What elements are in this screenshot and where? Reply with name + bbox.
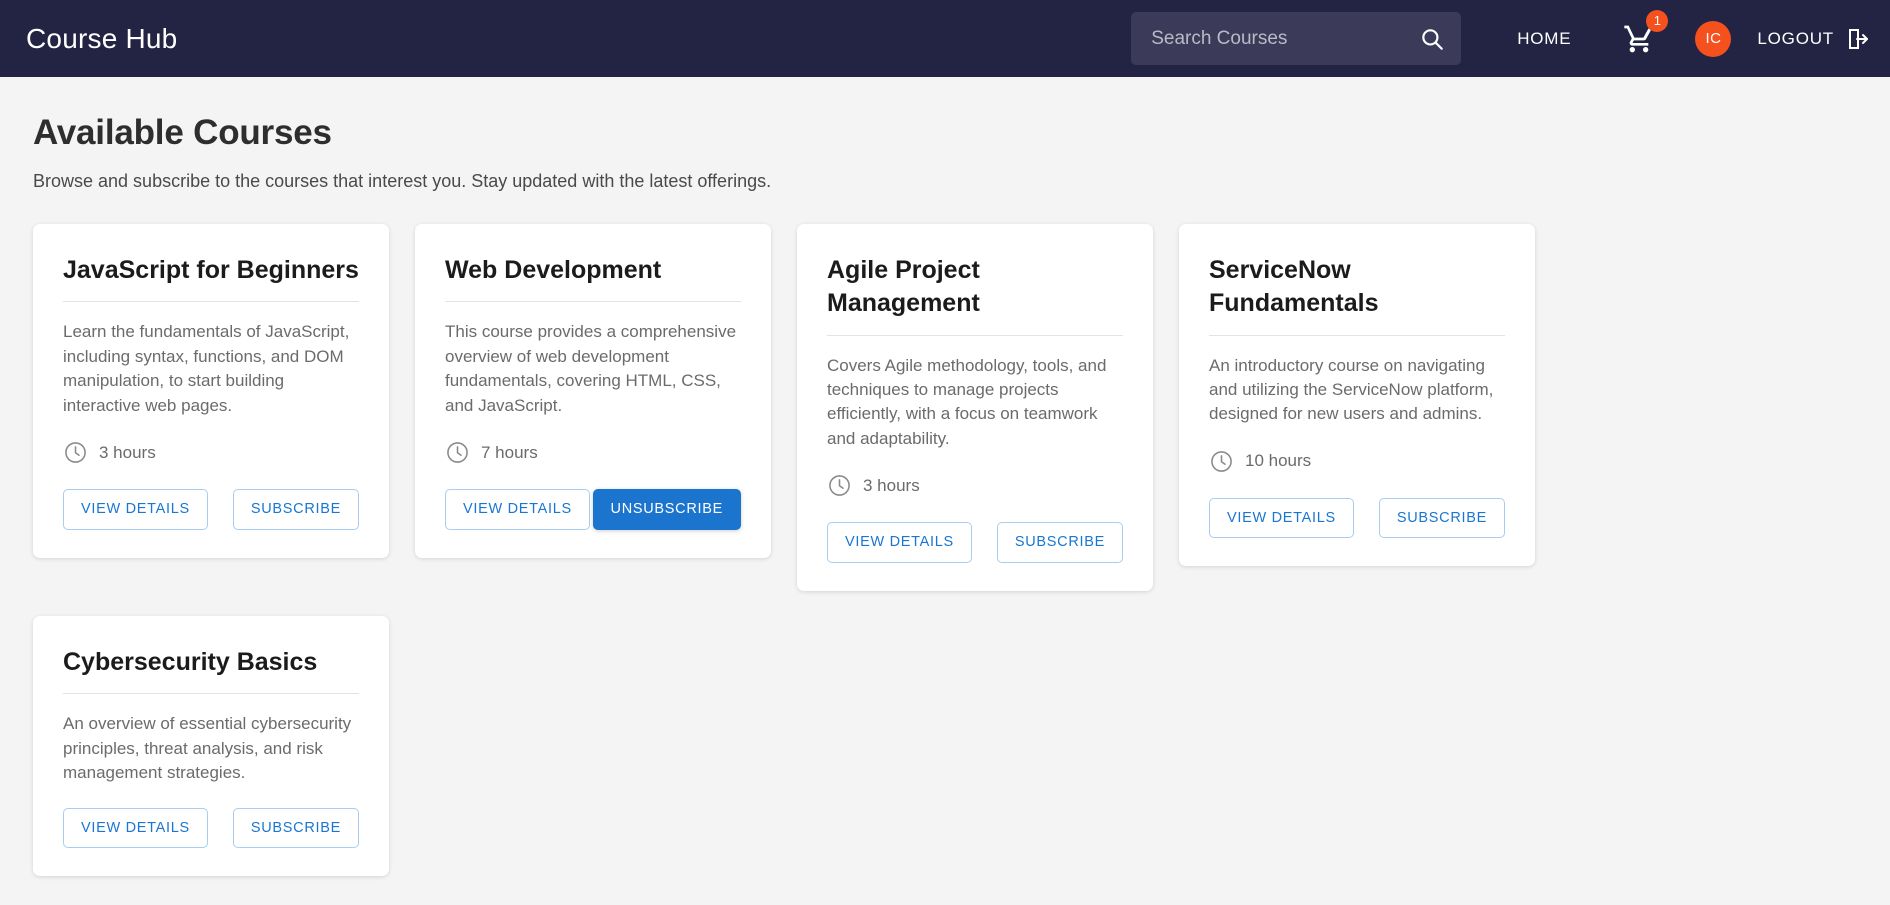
course-description: Learn the fundamentals of JavaScript, in… <box>63 322 350 415</box>
course-duration: 3 hours <box>827 473 1123 498</box>
subscribe-button[interactable]: SUBSCRIBE <box>232 489 359 530</box>
course-description: An overview of essential cybersecurity p… <box>63 714 352 783</box>
header-actions: HOME 1 IC LOGOUT <box>1131 0 1890 77</box>
card-divider <box>827 334 1123 336</box>
view-details-button[interactable]: VIEW DETAILS <box>1209 497 1354 539</box>
course-card-grid: JavaScript for Beginners Learn the fundam… <box>33 224 1861 877</box>
view-details-button[interactable]: VIEW DETAILS <box>445 489 590 530</box>
app-header: Course Hub HOME 1 IC LOGOUT <box>0 0 1890 77</box>
course-description: This course provides a comprehensive ove… <box>445 322 737 415</box>
clock-icon <box>829 475 850 497</box>
course-card: ServiceNow Fundamentals An introductory c… <box>1179 224 1535 567</box>
card-divider <box>63 301 359 303</box>
view-details-button[interactable]: VIEW DETAILS <box>827 522 972 563</box>
unsubscribe-button[interactable]: UNSUBSCRIBE <box>592 489 741 530</box>
nav-home-link[interactable]: HOME <box>1517 29 1571 49</box>
app-brand: Course Hub <box>26 22 178 54</box>
course-card: Cybersecurity Basics An overview of essen… <box>33 615 389 877</box>
course-title: Agile Project Management <box>827 256 980 318</box>
clock-icon <box>447 442 468 463</box>
course-card: JavaScript for Beginners Learn the fundam… <box>33 224 389 558</box>
logout-icon <box>1849 28 1868 49</box>
course-duration-text: 7 hours <box>481 442 538 462</box>
logout-button[interactable]: LOGOUT <box>1757 27 1870 51</box>
clock-icon <box>65 442 86 463</box>
course-actions: VIEW DETAILS SUBSCRIBE <box>827 522 1123 563</box>
course-actions: VIEW DETAILS UNSUBSCRIBE <box>445 489 741 530</box>
subscribe-button[interactable]: SUBSCRIBE <box>1378 497 1505 539</box>
logout-label: LOGOUT <box>1757 28 1834 48</box>
subscribe-button[interactable]: SUBSCRIBE <box>996 522 1123 563</box>
view-details-button[interactable]: VIEW DETAILS <box>63 807 208 849</box>
clock-icon <box>1211 451 1232 472</box>
course-duration: 7 hours <box>445 440 741 465</box>
view-details-button[interactable]: VIEW DETAILS <box>63 489 208 530</box>
course-duration: 3 hours <box>63 440 359 465</box>
page-title: Available Courses <box>33 113 332 152</box>
course-title: Web Development <box>445 256 662 284</box>
course-duration-text: 3 hours <box>99 442 156 462</box>
card-divider <box>445 301 741 303</box>
search-box[interactable] <box>1131 12 1462 65</box>
course-actions: VIEW DETAILS SUBSCRIBE <box>1209 497 1505 539</box>
course-description: Covers Agile methodology, tools, and tec… <box>827 355 1107 448</box>
card-divider <box>1209 334 1505 336</box>
course-card: Web Development This course provides a co… <box>415 224 771 558</box>
course-duration: 10 hours <box>1209 449 1505 474</box>
course-duration-text: 3 hours <box>863 475 920 495</box>
main-content: Available Courses Browse and subscribe t… <box>0 77 1890 877</box>
course-title: ServiceNow Fundamentals <box>1209 256 1379 318</box>
course-card: Agile Project Management Covers Agile met… <box>797 224 1153 591</box>
card-divider <box>63 693 359 695</box>
avatar[interactable]: IC <box>1695 20 1732 57</box>
cart-badge: 1 <box>1646 9 1669 32</box>
subscribe-button[interactable]: SUBSCRIBE <box>232 807 359 849</box>
cart-button[interactable]: 1 <box>1619 9 1669 59</box>
search-icon[interactable] <box>1419 26 1445 52</box>
course-title: Cybersecurity Basics <box>63 647 318 676</box>
course-actions: VIEW DETAILS SUBSCRIBE <box>63 807 359 849</box>
course-description: An introductory course on navigating and… <box>1209 355 1494 424</box>
course-duration-text: 10 hours <box>1245 451 1312 471</box>
course-actions: VIEW DETAILS SUBSCRIBE <box>63 489 359 530</box>
search-input[interactable] <box>1149 26 1420 51</box>
page-subtitle: Browse and subscribe to the courses that… <box>33 171 772 191</box>
course-title: JavaScript for Beginners <box>63 256 359 284</box>
